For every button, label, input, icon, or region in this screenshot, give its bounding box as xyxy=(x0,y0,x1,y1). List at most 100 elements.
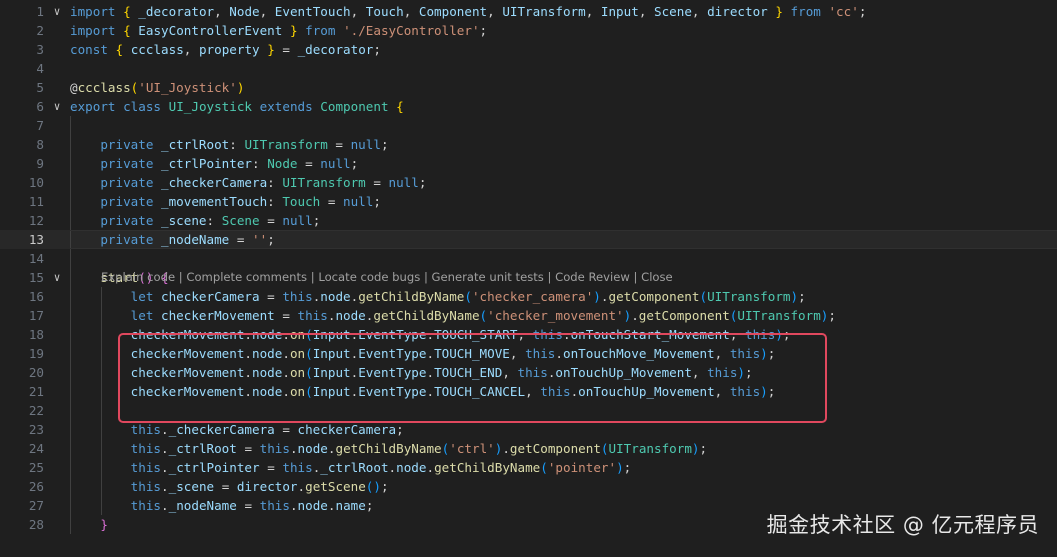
code-text: import { EasyControllerEvent } from './E… xyxy=(70,21,487,40)
token: = xyxy=(259,460,283,475)
code-line-25[interactable]: 25 this._ctrlPointer = this._ctrlRoot.no… xyxy=(0,458,1057,477)
token: class xyxy=(123,99,162,114)
token: = xyxy=(229,232,253,247)
code-line-14[interactable]: 14 xyxy=(0,249,1057,268)
indent-guide xyxy=(70,230,71,249)
token: = xyxy=(236,441,260,456)
token: ; xyxy=(350,156,359,171)
code-line-26[interactable]: 26 this._scene = director.getScene(); xyxy=(0,477,1057,496)
token: Node xyxy=(267,156,298,171)
fold-chevron-icon[interactable]: ∨ xyxy=(50,2,64,21)
token: this xyxy=(259,498,290,513)
token: ccclass xyxy=(77,80,131,95)
token: ( xyxy=(600,441,609,456)
fold-chevron-icon[interactable]: ∨ xyxy=(50,268,64,287)
code-line-2[interactable]: 2 import { EasyControllerEvent } from './… xyxy=(0,21,1057,40)
token: name xyxy=(335,498,366,513)
code-line-17[interactable]: 17 let checkerMovement = this.node.getCh… xyxy=(0,306,1057,325)
fold-chevron-icon[interactable]: ∨ xyxy=(50,97,64,116)
token: this xyxy=(130,441,162,456)
code-line-3[interactable]: 3 const { ccclass, property } = _decorato… xyxy=(0,40,1057,59)
indent-guide xyxy=(100,401,102,420)
token: const xyxy=(70,42,108,57)
code-line-24[interactable]: 24 this._ctrlRoot = this.node.getChildBy… xyxy=(0,439,1057,458)
code-text: private _scene: Scene = null; xyxy=(70,211,320,230)
code-line-1[interactable]: 1 ∨ import { _decorator, Node, EventTouch,… xyxy=(0,2,1057,21)
watermark: 掘金技术社区 @ 亿元程序员 xyxy=(766,513,1039,537)
code-line-12[interactable]: 12 private _scene: Scene = null; xyxy=(0,211,1057,230)
token: Touch xyxy=(282,194,321,209)
token: import xyxy=(70,23,116,38)
token: ccclass xyxy=(130,42,184,57)
token: Node xyxy=(229,4,260,19)
code-line-13[interactable]: 13 private _nodeName = ''; xyxy=(0,230,1057,249)
token: checkerCamera xyxy=(297,422,397,437)
line-number: 25 xyxy=(28,460,44,475)
token: this xyxy=(130,460,162,475)
token: '' xyxy=(252,232,268,247)
line-number: 28 xyxy=(28,517,44,532)
token: node xyxy=(335,308,366,323)
token: . xyxy=(289,498,298,513)
token: = xyxy=(274,308,298,323)
token: Component xyxy=(320,99,389,114)
token: : xyxy=(252,156,268,171)
codelens-actions[interactable]: Explain code | Complete comments | Locat… xyxy=(101,268,673,286)
token: getChildByName xyxy=(335,441,442,456)
token: null xyxy=(320,156,351,171)
token: UITransform xyxy=(707,289,791,304)
token: . xyxy=(388,460,397,475)
token: './EasyController' xyxy=(343,23,480,38)
token: import xyxy=(70,4,116,19)
code-line-11[interactable]: 11 private _movementTouch: Touch = null; xyxy=(0,192,1057,211)
line-number: 14 xyxy=(28,251,44,266)
token: getComponent xyxy=(638,308,730,323)
token: checkerMovement xyxy=(161,308,275,323)
token: ; xyxy=(373,42,381,57)
token: ; xyxy=(623,460,632,475)
token: let xyxy=(130,308,154,323)
token: , xyxy=(183,42,199,57)
line-number: 13 xyxy=(28,232,44,247)
code-line-9[interactable]: 9 private _ctrlPointer: Node = null; xyxy=(0,154,1057,173)
line-number: 8 xyxy=(36,137,44,152)
token: 'checker_camera' xyxy=(471,289,594,304)
token: , xyxy=(259,4,275,19)
indent-guide xyxy=(70,116,71,135)
token: from xyxy=(790,4,821,19)
code-line-7[interactable]: 7 xyxy=(0,116,1057,135)
token: director xyxy=(236,479,298,494)
token: 'UI_Joystick' xyxy=(138,80,237,95)
code-line-16[interactable]: 16 let checkerCamera = this.node.getChil… xyxy=(0,287,1057,306)
token: getComponent xyxy=(608,289,700,304)
token: () xyxy=(365,479,381,494)
token: ( xyxy=(699,289,708,304)
code-text: import { _decorator, Node, EventTouch, T… xyxy=(70,2,866,21)
code-text: let checkerMovement = this.node.getChild… xyxy=(70,306,836,325)
line-number: 24 xyxy=(28,441,44,456)
token: { xyxy=(396,99,404,114)
token: node xyxy=(297,498,328,513)
token: private xyxy=(100,137,154,152)
token: : xyxy=(206,213,222,228)
token: = xyxy=(274,422,298,437)
code-text: this._nodeName = this.node.name; xyxy=(70,496,374,515)
token: this xyxy=(130,422,162,437)
token: ; xyxy=(858,4,867,19)
token: : xyxy=(267,175,283,190)
token: ; xyxy=(828,308,836,323)
code-line-10[interactable]: 10 private _checkerCamera: UITransform =… xyxy=(0,173,1057,192)
token: 'pointer' xyxy=(547,460,617,475)
line-number: 27 xyxy=(28,498,44,513)
code-line-5[interactable]: 5 @ccclass('UI_Joystick') xyxy=(0,78,1057,97)
code-line-6[interactable]: 6 ∨ export class UI_Joystick extends Compo… xyxy=(0,97,1057,116)
code-line-8[interactable]: 8 private _ctrlRoot: UITransform = null; xyxy=(0,135,1057,154)
code-line-4[interactable]: 4 xyxy=(0,59,1057,78)
token: getChildByName xyxy=(358,289,465,304)
